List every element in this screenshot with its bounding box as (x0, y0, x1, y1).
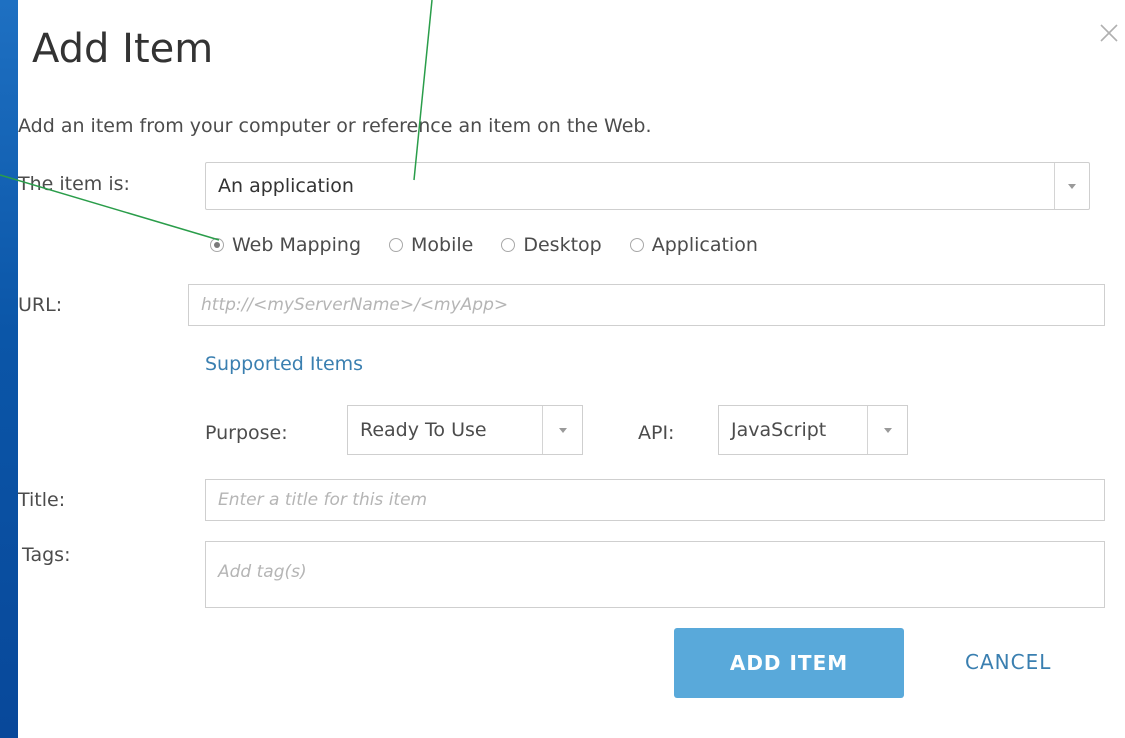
item-type-value: An application (218, 175, 354, 197)
api-select[interactable]: JavaScript (718, 405, 908, 455)
chevron-down-icon (559, 428, 567, 433)
dialog-intro: Add an item from your computer or refere… (18, 115, 652, 137)
chevron-down-icon (884, 428, 892, 433)
radio-label: Application (651, 234, 758, 256)
radio-unchecked-icon (629, 238, 644, 252)
radio-label: Desktop (523, 234, 602, 256)
select-divider (542, 406, 543, 454)
title-label: Title: (18, 489, 66, 511)
radio-mobile[interactable]: Mobile (389, 234, 473, 256)
radio-web-mapping[interactable]: Web Mapping (210, 234, 361, 256)
radio-label: Web Mapping (232, 234, 362, 256)
tags-input[interactable] (205, 541, 1105, 608)
url-label: URL: (18, 294, 63, 316)
add-item-dialog: Add Item Add an item from your computer … (18, 0, 1125, 738)
type-field-label: The item is: (18, 173, 130, 195)
api-value: JavaScript (731, 419, 827, 441)
purpose-value: Ready To Use (360, 419, 487, 441)
radio-desktop[interactable]: Desktop (501, 234, 602, 256)
item-type-select[interactable]: An application (205, 162, 1090, 210)
radio-unchecked-icon (501, 238, 516, 252)
purpose-label: Purpose: (205, 422, 288, 444)
radio-application[interactable]: Application (629, 234, 758, 256)
close-icon[interactable] (1098, 22, 1120, 44)
dialog-title: Add Item (32, 26, 214, 72)
title-input[interactable] (205, 479, 1105, 521)
supported-items-link[interactable]: Supported Items (205, 353, 363, 375)
radio-checked-icon (210, 238, 224, 252)
select-divider (1054, 163, 1055, 209)
tags-label: Tags: (22, 544, 71, 566)
cancel-button[interactable]: CANCEL (965, 650, 1051, 674)
radio-unchecked-icon (389, 238, 404, 252)
chevron-down-icon (1068, 184, 1076, 189)
url-input[interactable] (188, 284, 1105, 326)
add-item-button[interactable]: ADD ITEM (674, 628, 904, 698)
app-type-radio-group: Web Mapping Mobile Desktop Application (210, 230, 786, 260)
select-divider (867, 406, 868, 454)
api-label: API: (638, 422, 675, 444)
purpose-select[interactable]: Ready To Use (347, 405, 583, 455)
radio-label: Mobile (411, 234, 474, 256)
